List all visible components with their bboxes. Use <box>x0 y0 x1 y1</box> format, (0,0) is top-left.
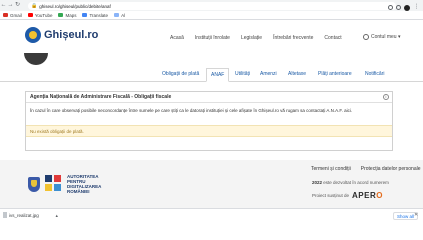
tab-obligations[interactable]: Obligații de plată <box>162 71 199 77</box>
url-text: ghiseul.ro/ghiseul/public/debite/anaf <box>39 3 111 9</box>
adr-logo-icon <box>45 175 63 193</box>
footer-logos: AUTORITATEA PENTRU DIGITALIZAREA ROMÂNIE… <box>28 174 101 194</box>
tab-bar: Obligații de plată ANAF Utilități Amenzi… <box>0 68 423 82</box>
main-nav: Acasă Instituții înrolate Legislație Înt… <box>170 35 342 41</box>
back-arrow-icon[interactable]: ← <box>0 0 7 11</box>
panel-description: În cazul în care observați posibile neco… <box>30 108 353 113</box>
info-icon[interactable]: i <box>383 94 389 100</box>
site-header: Ghișeul.ro Acasă Instituții înrolate Leg… <box>0 20 423 53</box>
tab-anaf[interactable]: ANAF <box>206 68 230 82</box>
bookmark-gmail[interactable]: Gmail <box>3 13 22 18</box>
close-icon[interactable]: ✕ <box>414 212 418 218</box>
bookmark-al[interactable]: Al <box>114 13 125 18</box>
romania-crest-icon <box>28 176 40 192</box>
bookmarks-bar: Gmail YouTube Maps Translate Al <box>0 11 423 20</box>
download-item[interactable]: ivs_realizat.jpg ▲ <box>3 212 59 218</box>
bookmark-translate[interactable]: Translate <box>82 13 108 18</box>
nav-item-contact[interactable]: Contact <box>324 35 341 41</box>
profile-avatar-icon[interactable] <box>404 4 410 11</box>
extension-icon[interactable] <box>388 5 393 10</box>
chevron-up-icon[interactable]: ▲ <box>55 213 59 218</box>
tab-notifications[interactable]: Notificări <box>365 71 384 77</box>
translate-icon <box>82 13 88 17</box>
alert-text: Nu există obligații de plată. <box>30 129 84 134</box>
tab-other-taxes[interactable]: Altetaxe <box>288 71 306 77</box>
profile-strip <box>0 53 423 68</box>
panel-header: Agenția Națională de Administrare Fiscal… <box>26 92 392 103</box>
account-menu[interactable]: Contul meu ▾ <box>363 34 400 40</box>
nav-item-faq[interactable]: Întrebări frecvente <box>273 35 313 41</box>
address-bar[interactable]: 🔒 ghiseul.ro/ghiseul/public/debite/anaf <box>28 2 396 10</box>
no-obligations-alert: Nu există obligații de plată. <box>26 125 392 137</box>
forward-arrow-icon[interactable]: → <box>7 0 14 11</box>
gmail-icon <box>3 13 8 17</box>
sidebar-icon[interactable] <box>396 5 401 10</box>
maps-icon <box>58 13 64 17</box>
apero-o: O <box>376 191 383 200</box>
site-logo[interactable]: Ghișeul.ro <box>25 27 98 43</box>
footer-meta-text: este dezvoltat în acord numerem <box>323 180 389 185</box>
bookmark-label: YouTube <box>34 12 53 18</box>
nav-item-institutions[interactable]: Instituții înrolate <box>195 35 230 41</box>
download-file-name: ivs_realizat.jpg <box>9 212 39 218</box>
anaf-panel: Agenția Națională de Administrare Fiscal… <box>25 91 393 151</box>
reload-icon[interactable]: ↻ <box>14 0 21 11</box>
bookmark-label: Gmail <box>10 12 22 18</box>
bookmark-label: Translate <box>89 12 109 18</box>
user-icon <box>363 34 369 40</box>
panel-title: Agenția Națională de Administrare Fiscal… <box>30 94 172 100</box>
file-icon <box>3 212 7 218</box>
tab-utilities[interactable]: Utilități <box>235 71 250 77</box>
account-label: Contul meu <box>371 34 397 40</box>
adr-name: AUTORITATEA PENTRU DIGITALIZAREA ROMÂNIE… <box>67 174 101 194</box>
bookmark-maps[interactable]: Maps <box>58 13 76 18</box>
footer-year: 2022 <box>312 180 323 185</box>
logo-text: Ghișeul.ro <box>44 29 99 41</box>
tab-previous-payments[interactable]: Plăți anterioare <box>318 71 352 77</box>
project-label: Proiect susținut de <box>312 193 350 198</box>
bookmark-icon <box>114 13 120 17</box>
bookmark-youtube[interactable]: YouTube <box>27 12 53 18</box>
privacy-link[interactable]: Protecția datelor personale <box>361 166 421 172</box>
ghiseul-logo-icon <box>25 27 41 43</box>
bookmark-label: Maps <box>65 12 77 18</box>
nav-item-home[interactable]: Acasă <box>170 35 184 41</box>
tab-fines[interactable]: Amenzi <box>260 71 277 77</box>
footer-meta: 2022 este dezvoltat în acord numerem <box>312 180 389 185</box>
lock-icon: 🔒 <box>31 3 38 9</box>
apero-logo[interactable]: APERO <box>352 191 383 200</box>
apero-text: APER <box>352 191 377 200</box>
bookmark-label: Al <box>121 12 126 18</box>
footer-links: Termeni și condiții Protecția datelor pe… <box>311 166 421 172</box>
site-footer: AUTORITATEA PENTRU DIGITALIZAREA ROMÂNIE… <box>0 160 423 208</box>
youtube-icon <box>27 13 33 17</box>
nav-item-legislation[interactable]: Legislație <box>241 35 262 41</box>
terms-link[interactable]: Termeni și condiții <box>311 166 351 172</box>
footer-project: Proiect susținut de APERO <box>312 191 383 200</box>
adr-line: ROMÂNIEI <box>67 189 90 194</box>
chevron-down-icon: ▾ <box>396 34 401 40</box>
browser-toolbar: ← → ↻ 🔒 ghiseul.ro/ghiseul/public/debite… <box>0 0 423 11</box>
download-bar: ivs_realizat.jpg ▲ Show all ✕ <box>0 208 423 222</box>
